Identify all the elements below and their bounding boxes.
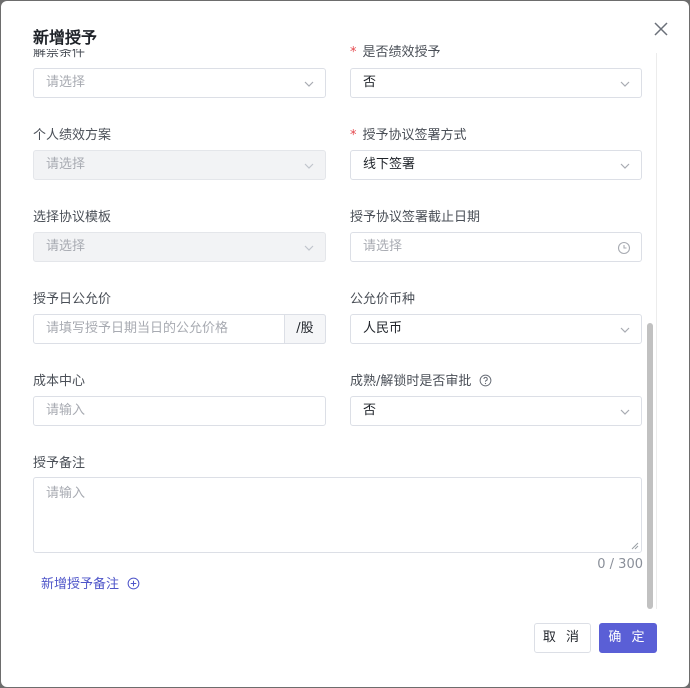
per-share-suffix: /股 [284, 314, 326, 344]
chevron-down-icon [620, 163, 630, 169]
vest-unlock-approval-value: 否 [363, 403, 377, 418]
dialog-title: 新增授予 [33, 27, 106, 49]
remark-char-counter: 0 / 300 [597, 557, 643, 572]
grant-fair-price-label: 授予日公允价 [33, 292, 112, 307]
add-remark-link-text: 新增授予备注 [41, 577, 120, 592]
grant-remark-label: 授予备注 [33, 456, 86, 471]
chevron-down-icon [620, 409, 630, 415]
chevron-down-icon [620, 327, 630, 333]
scrollbar-track [656, 53, 657, 609]
dialog-body[interactable]: 解禁条件 * 是否绩效授予 请选择 否 个人绩效方案 * 授予协议签署方式 请选择 … [1, 1, 689, 609]
close-icon[interactable] [651, 19, 671, 39]
cost-center-input[interactable]: 请输入 [33, 396, 326, 426]
confirm-button[interactable]: 确 定 [599, 623, 657, 653]
agreement-deadline-placeholder: 请选择 [363, 239, 403, 254]
performance-grant-label: * 是否绩效授予 [350, 44, 441, 62]
grant-remark-placeholder: 请输入 [46, 486, 86, 501]
agreement-sign-method-label-text: 授予协议签署方式 [362, 128, 467, 143]
grant-dialog: 解禁条件 * 是否绩效授予 请选择 否 个人绩效方案 * 授予协议签署方式 请选择 … [1, 1, 689, 687]
help-icon[interactable] [479, 374, 492, 387]
chevron-down-icon [620, 81, 630, 87]
vest-unlock-approval-label-text: 成熟/解锁时是否审批 [350, 374, 472, 389]
agreement-deadline-label: 授予协议签署截止日期 [350, 210, 481, 225]
agreement-template-select: 请选择 [33, 232, 326, 262]
performance-grant-label-text: 是否绩效授予 [362, 45, 441, 60]
grant-remark-textarea[interactable]: 请输入 [33, 477, 642, 553]
fair-price-currency-value: 人民币 [363, 321, 403, 336]
required-asterisk: * [350, 45, 357, 60]
grant-fair-price-input[interactable]: 请填写授予日期当日的公允价格 /股 [33, 314, 326, 344]
performance-grant-select[interactable]: 否 [350, 68, 642, 98]
vest-unlock-approval-label: 成熟/解锁时是否审批 [350, 373, 492, 391]
unlock-condition-placeholder: 请选择 [46, 75, 86, 90]
cost-center-label: 成本中心 [33, 374, 86, 389]
vest-unlock-approval-select[interactable]: 否 [350, 396, 642, 426]
cost-center-placeholder: 请输入 [46, 403, 86, 418]
agreement-sign-method-label: * 授予协议签署方式 [350, 127, 467, 145]
clock-icon [617, 241, 631, 255]
performance-grant-value: 否 [363, 75, 377, 90]
agreement-sign-method-select[interactable]: 线下签署 [350, 150, 642, 180]
fair-price-currency-select[interactable]: 人民币 [350, 314, 642, 344]
cancel-button[interactable]: 取 消 [534, 623, 591, 653]
agreement-deadline-picker[interactable]: 请选择 [350, 232, 642, 262]
scrollbar-thumb[interactable] [647, 323, 653, 609]
unlock-condition-select[interactable]: 请选择 [33, 68, 326, 98]
chevron-down-icon [304, 81, 314, 87]
chevron-down-icon [304, 245, 314, 251]
grant-fair-price-placeholder: 请填写授予日期当日的公允价格 [46, 321, 229, 336]
agreement-sign-method-value: 线下签署 [363, 157, 416, 172]
agreement-template-label: 选择协议模板 [33, 210, 112, 225]
plus-circle-icon [127, 577, 140, 590]
personal-perf-plan-select: 请选择 [33, 150, 326, 180]
required-asterisk: * [350, 128, 357, 143]
chevron-down-icon [304, 163, 314, 169]
personal-perf-plan-placeholder: 请选择 [46, 157, 86, 172]
fair-price-currency-label: 公允价币种 [350, 292, 416, 307]
personal-perf-plan-label: 个人绩效方案 [33, 128, 112, 143]
resize-handle-icon[interactable] [631, 542, 639, 550]
add-remark-link[interactable]: 新增授予备注 [41, 576, 140, 594]
agreement-template-placeholder: 请选择 [46, 239, 86, 254]
